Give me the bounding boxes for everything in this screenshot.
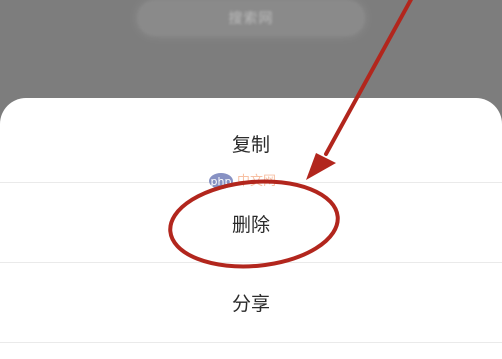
php-watermark-logo: php 中文网 [209, 173, 276, 189]
delete-action[interactable]: 删除 [0, 183, 502, 263]
background-pill-label: 搜索网 [228, 11, 274, 27]
action-sheet: 复制 删除 分享 [0, 98, 502, 359]
background-pill: 搜索网 [137, 0, 365, 36]
watermark-cjk-text: 中文网 [237, 174, 276, 189]
divider [0, 342, 502, 343]
watermark-php-text: php [211, 175, 232, 188]
share-action[interactable]: 分享 [0, 262, 502, 342]
screen: 搜索网 复制 删除 分享 php 中文网 [0, 0, 502, 359]
